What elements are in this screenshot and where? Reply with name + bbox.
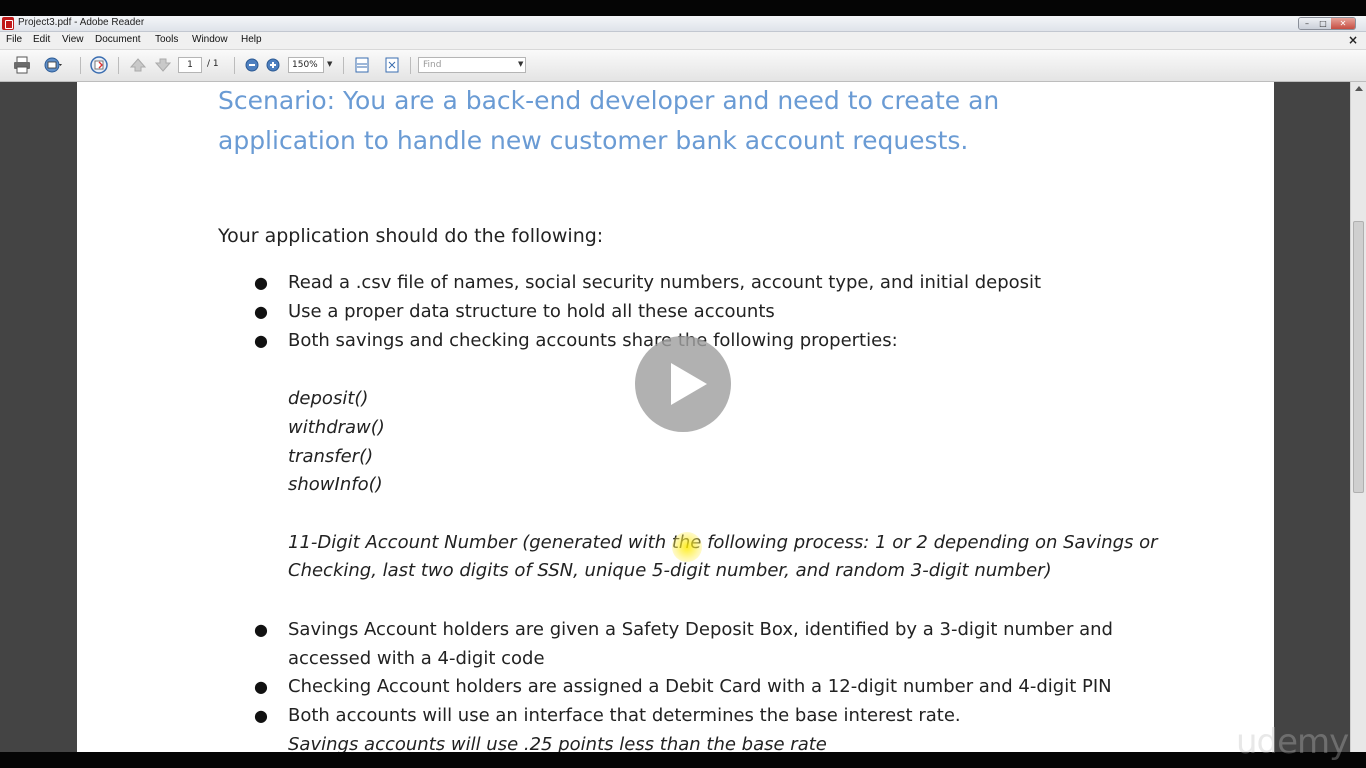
vertical-scrollbar[interactable] xyxy=(1350,82,1366,752)
bullet-icon: ● xyxy=(254,706,268,725)
list-item: ● Checking Account holders are assigned … xyxy=(254,672,1112,701)
play-icon[interactable] xyxy=(635,336,731,432)
savings-rate-text: Savings accounts will use .25 points les… xyxy=(288,734,827,752)
document-close-icon[interactable]: × xyxy=(1348,33,1358,47)
menu-document[interactable]: Document xyxy=(95,34,141,45)
toolbar-separator xyxy=(234,57,235,74)
menu-file[interactable]: File xyxy=(6,34,22,45)
menu-help[interactable]: Help xyxy=(241,34,262,45)
toolbar-separator xyxy=(80,57,81,74)
list-item-continuation: accessed with a 4-digit code xyxy=(288,648,545,669)
cursor-highlight-icon xyxy=(672,532,702,562)
fit-width-icon[interactable] xyxy=(352,56,372,74)
toolbar-separator xyxy=(410,57,411,74)
menu-window[interactable]: Window xyxy=(192,34,228,45)
list-item: ● Read a .csv file of names, social secu… xyxy=(254,268,1042,297)
scenario-line: application to handle new customer bank … xyxy=(218,126,969,155)
scroll-up-icon[interactable] xyxy=(1355,86,1363,91)
scenario-line: Scenario: You are a back-end developer a… xyxy=(218,86,1000,115)
bullet-icon: ● xyxy=(254,331,268,350)
method-name: showInfo() xyxy=(288,474,383,495)
scroll-thumb[interactable] xyxy=(1353,221,1364,493)
maximize-icon[interactable]: □ xyxy=(1315,18,1331,29)
collaborate-icon[interactable] xyxy=(89,56,109,74)
list-item-text: Read a .csv file of names, social securi… xyxy=(288,272,1042,293)
toolbar-separator xyxy=(343,57,344,74)
bullet-icon: ● xyxy=(254,302,268,321)
window-controls: – □ ✕ xyxy=(1298,17,1356,30)
method-name: deposit() xyxy=(288,388,369,409)
zoom-in-icon[interactable] xyxy=(263,56,283,74)
video-bottom-letterbox xyxy=(0,752,1366,768)
close-icon[interactable]: ✕ xyxy=(1331,18,1355,29)
list-item-text: Savings Account holders are given a Safe… xyxy=(288,619,1113,640)
zoom-dropdown-icon[interactable]: ▼ xyxy=(327,60,332,68)
page-number-input[interactable]: 1 xyxy=(178,57,202,73)
bullet-icon: ● xyxy=(254,273,268,292)
account-number-text: 11-Digit Account Number (generated with … xyxy=(288,532,1158,553)
minimize-icon[interactable]: – xyxy=(1299,18,1315,29)
toolbar: 1 / 1 150% ▼ Find ▼ xyxy=(0,50,1366,82)
list-item-text: Checking Account holders are assigned a … xyxy=(288,676,1112,697)
bullet-icon: ● xyxy=(254,620,268,639)
find-dropdown-icon[interactable]: ▼ xyxy=(518,60,523,68)
adobe-reader-icon xyxy=(2,17,14,30)
zoom-out-icon[interactable] xyxy=(242,56,262,74)
zoom-level-input[interactable]: 150% xyxy=(288,57,324,73)
menu-tools[interactable]: Tools xyxy=(155,34,178,45)
window-title: Project3.pdf - Adobe Reader xyxy=(18,17,145,28)
account-number-text: Checking, last two digits of SSN, unique… xyxy=(288,560,1052,581)
list-item-text: Use a proper data structure to hold all … xyxy=(288,301,775,322)
list-item: ● Savings Account holders are given a Sa… xyxy=(254,615,1113,644)
list-item: ● Use a proper data structure to hold al… xyxy=(254,297,775,326)
list-item: ● Both savings and checking accounts sha… xyxy=(254,326,898,355)
list-item: ● Both accounts will use an interface th… xyxy=(254,701,961,730)
video-top-letterbox xyxy=(0,0,1366,16)
menu-edit[interactable]: Edit xyxy=(33,34,50,45)
window-titlebar: Project3.pdf - Adobe Reader – □ ✕ xyxy=(0,16,1366,32)
menu-bar: File Edit View Document Tools Window Hel… xyxy=(0,32,1366,50)
bullet-icon: ● xyxy=(254,677,268,696)
print-icon[interactable] xyxy=(12,56,32,74)
toolbar-separator xyxy=(118,57,119,74)
method-name: withdraw() xyxy=(288,417,385,438)
list-item-text: Both savings and checking accounts share… xyxy=(288,330,898,351)
find-input[interactable]: Find xyxy=(418,57,526,73)
email-icon[interactable] xyxy=(43,56,63,74)
scenario-heading: Scenario: You are a back-end developer a… xyxy=(218,82,1078,161)
previous-page-icon[interactable] xyxy=(128,56,148,74)
menu-view[interactable]: View xyxy=(62,34,84,45)
list-item-text: Both accounts will use an interface that… xyxy=(288,705,961,726)
next-page-icon[interactable] xyxy=(153,56,173,74)
page-total: / 1 xyxy=(207,59,219,69)
intro-text: Your application should do the following… xyxy=(218,225,604,247)
method-name: transfer() xyxy=(288,446,374,467)
fit-page-icon[interactable] xyxy=(382,56,402,74)
udemy-watermark: udemy xyxy=(1236,722,1349,762)
